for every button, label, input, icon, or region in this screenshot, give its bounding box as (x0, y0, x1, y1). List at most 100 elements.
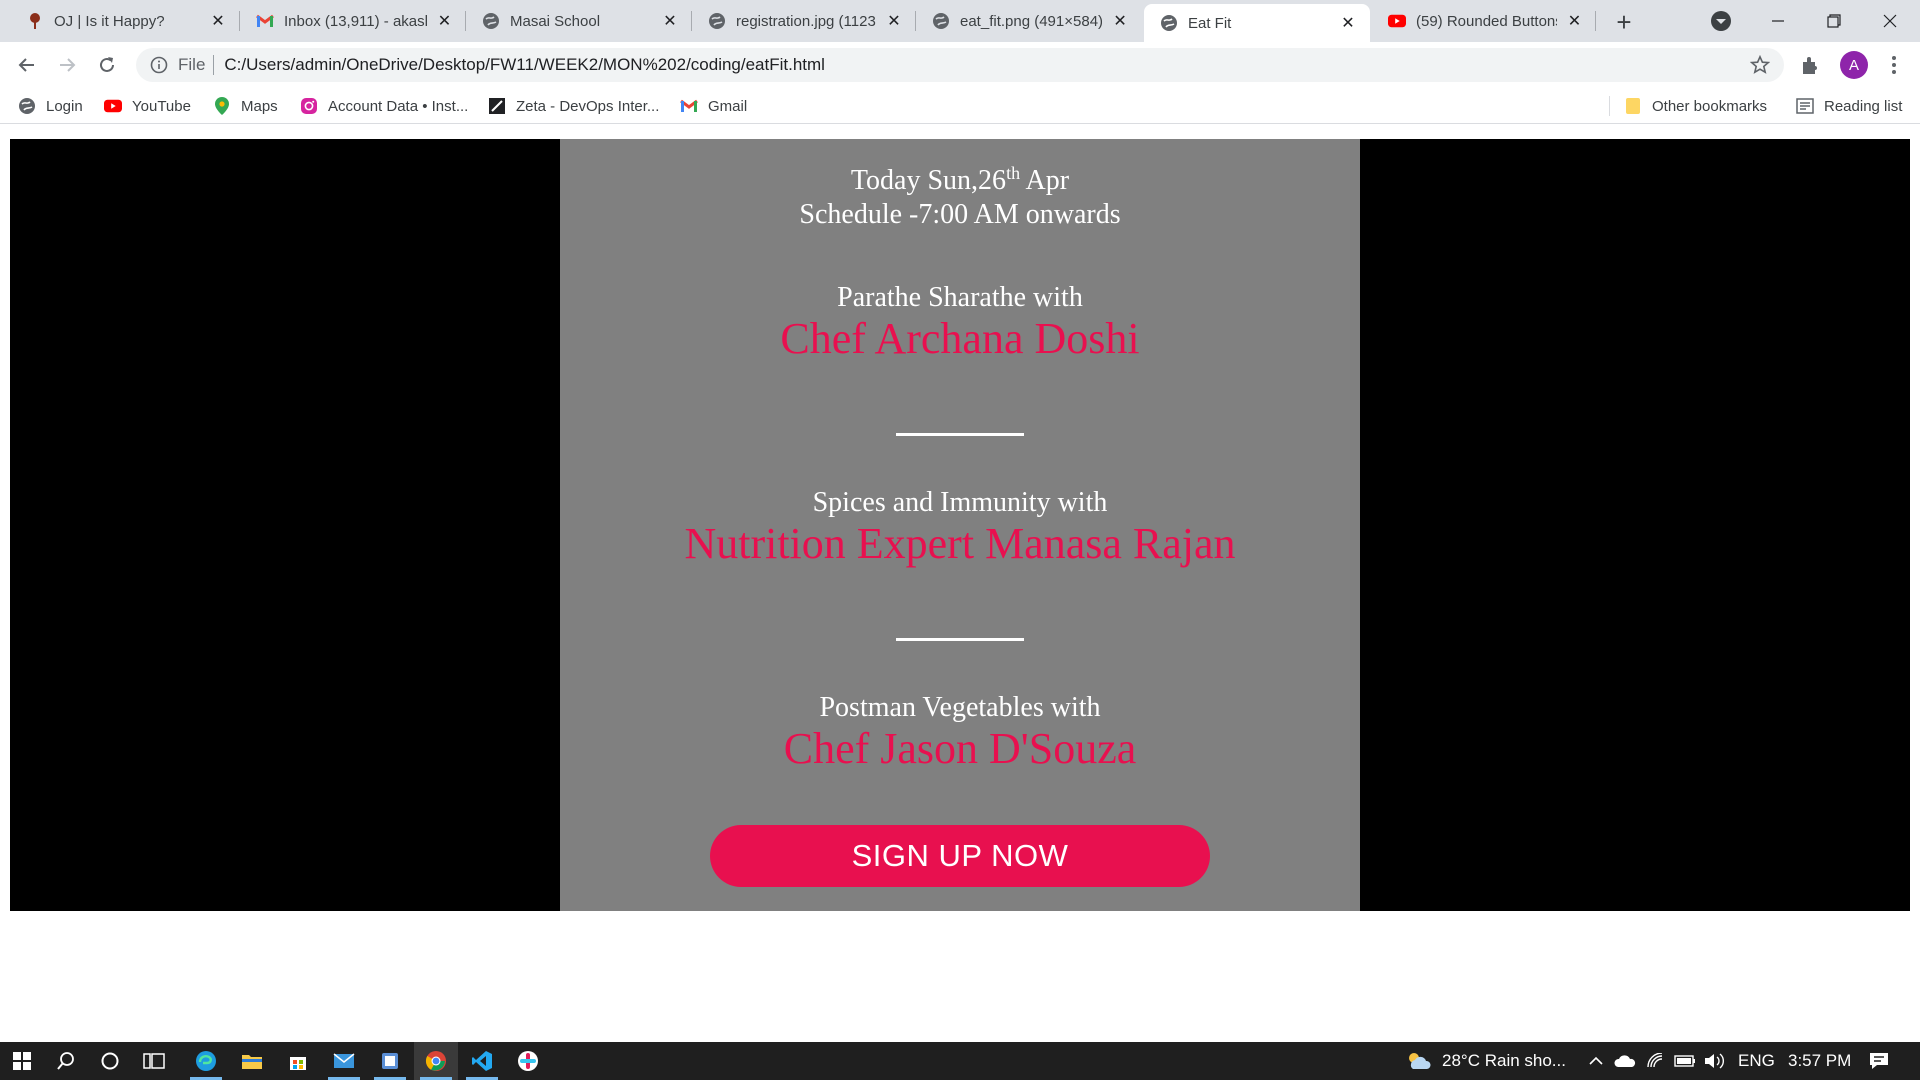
reload-button[interactable] (92, 50, 122, 80)
tab-registration[interactable]: registration.jpg (1123 ✕ (692, 0, 916, 42)
close-icon[interactable]: ✕ (884, 11, 904, 31)
tab-title: Masai School (510, 12, 601, 30)
language-indicator[interactable]: ENG (1738, 1042, 1775, 1080)
bookmark-maps[interactable]: Maps (213, 88, 278, 124)
slack-icon[interactable] (506, 1042, 550, 1080)
tab-title: (59) Rounded Buttons (1416, 12, 1557, 30)
youtube-icon (1388, 12, 1406, 30)
instagram-icon (300, 97, 318, 115)
notifications-icon[interactable] (1868, 1042, 1890, 1080)
new-tab-button[interactable]: + (1610, 7, 1638, 37)
bookmark-label: Login (46, 97, 83, 115)
maps-pin-icon (213, 97, 231, 115)
session-host: Chef Archana Doshi (780, 314, 1140, 363)
tab-title: OJ | Is it Happy? (54, 12, 165, 30)
tab-oj[interactable]: OJ | Is it Happy? ✕ (10, 0, 240, 42)
close-icon[interactable]: ✕ (208, 11, 228, 31)
file-explorer-icon[interactable] (230, 1042, 274, 1080)
folder-icon (1624, 97, 1642, 115)
page-viewport: Today Sun,26th Apr Schedule -7:00 AM onw… (0, 125, 1920, 1041)
browser-toolbar: File C:/Users/admin/OneDrive/Desktop/FW1… (0, 42, 1920, 88)
onedrive-cloud-icon[interactable] (1614, 1042, 1636, 1080)
close-icon[interactable]: ✕ (1110, 11, 1130, 31)
globe-icon (1160, 14, 1178, 32)
sign-up-button[interactable]: SIGN UP NOW (710, 825, 1210, 887)
tab-masai[interactable]: Masai School ✕ (466, 0, 692, 42)
globe-icon (482, 12, 500, 30)
address-bar[interactable]: File C:/Users/admin/OneDrive/Desktop/FW1… (136, 48, 1784, 82)
zeta-icon (488, 97, 506, 115)
tab-title: eat_fit.png (491×584) (960, 12, 1103, 30)
reading-list-icon (1796, 97, 1814, 115)
bookmark-youtube[interactable]: YouTube (104, 88, 191, 124)
bookmark-zeta[interactable]: Zeta - DevOps Inter... (488, 88, 659, 124)
tab-title: Inbox (13,911) - akash (284, 12, 427, 30)
bookmark-instagram[interactable]: Account Data • Inst... (300, 88, 468, 124)
minimize-button[interactable] (1750, 0, 1806, 42)
back-button[interactable] (12, 50, 42, 80)
reading-list-label: Reading list (1824, 97, 1903, 115)
session-title: Parathe Sharathe with (837, 282, 1083, 313)
bookmark-star-icon[interactable] (1749, 54, 1771, 75)
bookmarks-separator (1609, 96, 1610, 116)
session-title: Postman Vegetables with (819, 692, 1101, 723)
more-options-icon[interactable] (1884, 54, 1904, 76)
info-icon[interactable] (150, 56, 168, 74)
other-bookmarks[interactable]: Other bookmarks (1624, 88, 1767, 124)
url-text: C:/Users/admin/OneDrive/Desktop/FW11/WEE… (224, 55, 825, 74)
search-icon[interactable] (44, 1042, 88, 1080)
restore-button[interactable] (1806, 0, 1862, 42)
divider-line (896, 433, 1024, 436)
close-icon[interactable]: ✕ (435, 11, 454, 31)
globe-icon (932, 12, 950, 30)
session-host: Nutrition Expert Manasa Rajan (684, 519, 1236, 568)
chrome-icon[interactable] (414, 1042, 458, 1080)
cortana-icon[interactable] (88, 1042, 132, 1080)
tab-eat-fit[interactable]: Eat Fit ✕ (1144, 4, 1370, 42)
show-hidden-icons-chevron-icon[interactable] (1588, 1042, 1604, 1080)
weather-cloud-icon (1406, 1051, 1432, 1071)
schedule-card: Today Sun,26th Apr Schedule -7:00 AM onw… (560, 139, 1360, 911)
tab-youtube[interactable]: (59) Rounded Buttons ✕ (1372, 0, 1596, 42)
edge-icon[interactable] (184, 1042, 228, 1080)
forward-button[interactable] (52, 50, 82, 80)
tab-separator (1595, 11, 1596, 31)
wifi-icon[interactable] (1646, 1042, 1666, 1080)
notepad-icon[interactable] (368, 1042, 412, 1080)
date-ordinal: th (1006, 163, 1021, 183)
vscode-icon[interactable] (460, 1042, 504, 1080)
profile-avatar[interactable]: A (1840, 51, 1868, 79)
close-icon[interactable]: ✕ (1565, 11, 1584, 31)
bookmark-label: Account Data • Inst... (328, 97, 469, 115)
globe-icon (708, 12, 726, 30)
tab-eat-fit-png[interactable]: eat_fit.png (491×584) ✕ (916, 0, 1142, 42)
bookmark-login[interactable]: Login (18, 88, 83, 124)
schedule-date: Today Sun,26th Apr (560, 163, 1360, 197)
battery-icon[interactable] (1674, 1042, 1696, 1080)
task-view-icon[interactable] (132, 1042, 176, 1080)
bookmark-label: Gmail (708, 97, 748, 115)
store-icon[interactable] (276, 1042, 320, 1080)
bookmark-gmail[interactable]: Gmail (680, 88, 747, 124)
weather-widget[interactable]: 28°C Rain sho... (1406, 1042, 1566, 1080)
youtube-icon (104, 97, 122, 115)
oj-icon (26, 12, 44, 30)
date-month: Apr (1020, 165, 1070, 196)
volume-icon[interactable] (1704, 1042, 1726, 1080)
windows-start-icon[interactable] (0, 1042, 44, 1080)
scheme-label: File (178, 55, 206, 74)
close-icon[interactable]: ✕ (1338, 13, 1358, 33)
clock[interactable]: 3:57 PM (1788, 1042, 1851, 1080)
mail-icon[interactable] (322, 1042, 366, 1080)
tab-search-icon[interactable] (1710, 10, 1732, 32)
divider-line (896, 638, 1024, 641)
reading-list[interactable]: Reading list (1796, 88, 1902, 124)
tab-gmail[interactable]: Inbox (13,911) - akash ✕ (240, 0, 466, 42)
bookmark-label: Maps (241, 97, 278, 115)
omnibox-divider (213, 55, 215, 75)
session-title: Spices and Immunity with (812, 487, 1108, 518)
close-window-button[interactable] (1862, 0, 1918, 42)
close-icon[interactable]: ✕ (660, 11, 680, 31)
tab-strip: OJ | Is it Happy? ✕ Inbox (13,911) - aka… (0, 0, 1920, 42)
extensions-puzzle-icon[interactable] (1800, 54, 1822, 76)
